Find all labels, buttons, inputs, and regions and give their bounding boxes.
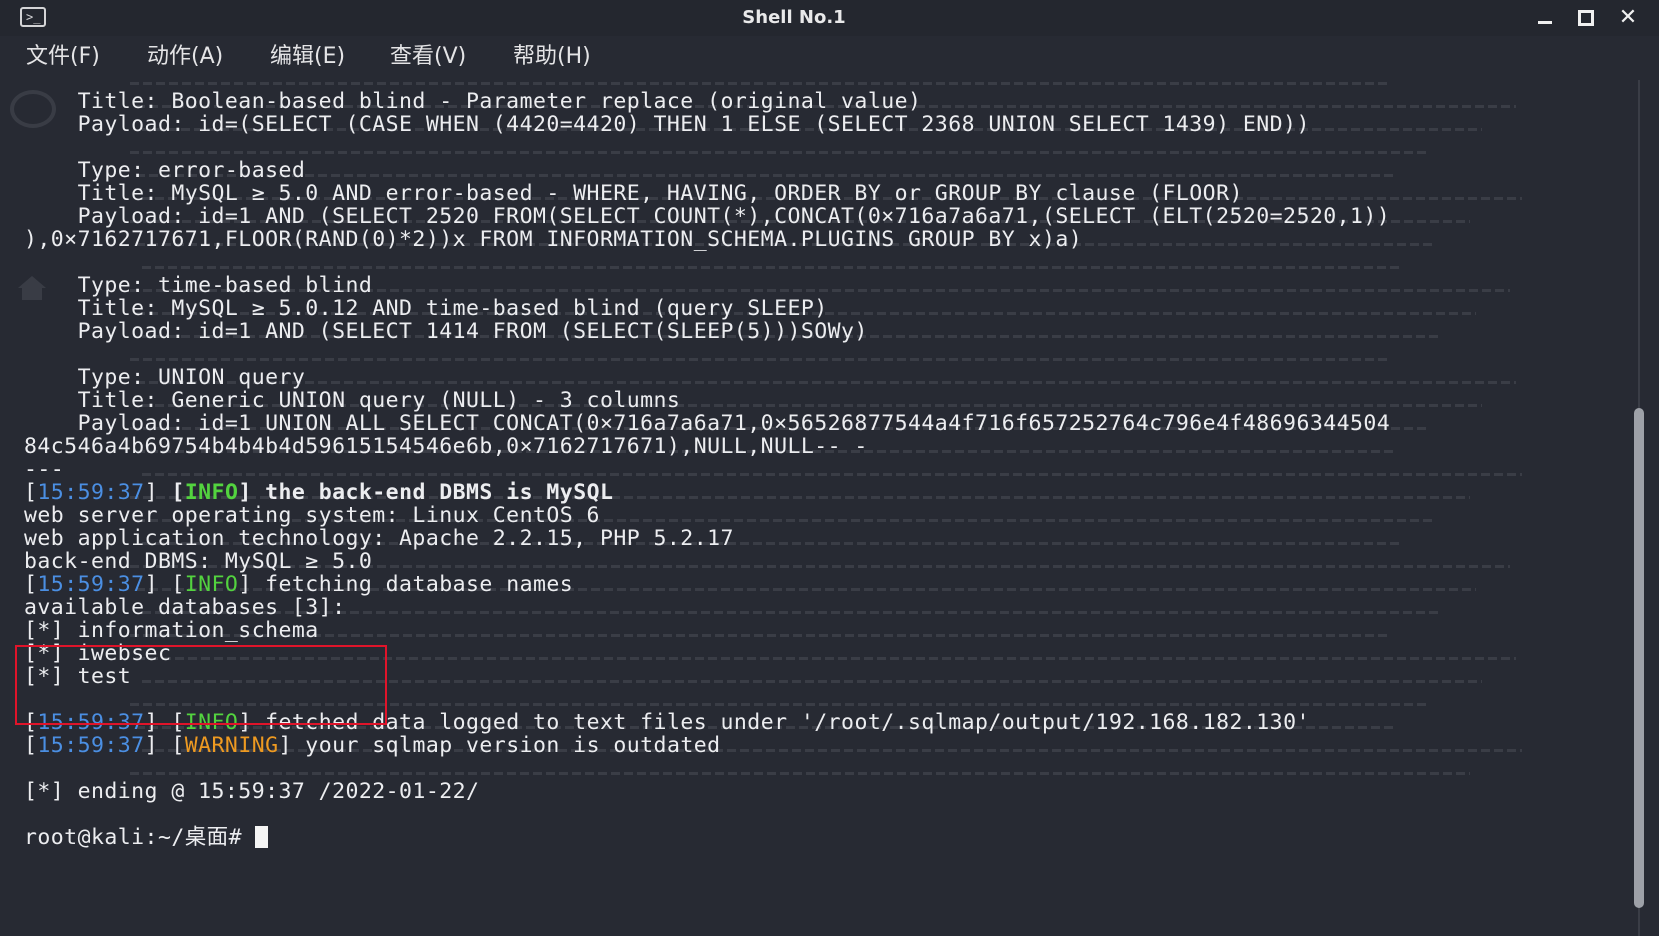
background-text-line xyxy=(136,381,1516,384)
terminal-text: Title: Boolean-based blind - Parameter r… xyxy=(24,89,922,114)
terminal-text: ] [ xyxy=(144,572,185,597)
background-text-line xyxy=(130,772,1470,775)
background-text-line xyxy=(130,151,1430,154)
terminal-text: Type: error-based xyxy=(24,158,306,183)
close-button[interactable]: ✕ xyxy=(1613,4,1643,32)
menu-edit[interactable]: 编辑(E) xyxy=(270,44,345,70)
background-text-line xyxy=(142,266,1402,269)
text-cursor xyxy=(255,826,269,848)
terminal-text: Title: Generic UNION query (NULL) - 3 co… xyxy=(24,388,681,413)
terminal-text: ] fetched data logged to text files unde… xyxy=(238,710,1310,735)
terminal-text: ] xyxy=(144,480,172,505)
terminal-line: Title: Boolean-based blind - Parameter r… xyxy=(24,90,921,114)
terminal-text: web server operating system: Linux CentO… xyxy=(24,503,600,528)
timestamp: 15:59:37 xyxy=(37,572,145,597)
menu-help[interactable]: 帮助(H) xyxy=(513,44,591,70)
scrollbar-thumb[interactable] xyxy=(1634,408,1644,908)
background-text-line xyxy=(142,473,1522,476)
terminal-text: Title: MySQL ≥ 5.0.12 AND time-based bli… xyxy=(24,296,828,321)
terminal-line: web server operating system: Linux CentO… xyxy=(24,504,600,528)
terminal-line: Type: time-based blind xyxy=(24,274,372,298)
background-text-line xyxy=(130,634,1390,637)
terminal-line: web application technology: Apache 2.2.1… xyxy=(24,527,734,551)
menu-view[interactable]: 查看(V) xyxy=(390,44,466,70)
terminal-text: web application technology: Apache 2.2.1… xyxy=(24,526,734,551)
terminal-text: Payload: id=1 AND (SELECT 1414 FROM (SEL… xyxy=(24,319,868,344)
terminal-line: --- xyxy=(24,458,64,482)
terminal-text: ] fetching database names xyxy=(238,572,574,597)
terminal-text: [ xyxy=(171,480,185,505)
minimize-button[interactable] xyxy=(1530,4,1560,32)
terminal-text: ] the back-end DBMS is MySQL xyxy=(238,480,614,505)
background-text-line xyxy=(130,358,1390,361)
title-bar[interactable]: >_ Shell No.1 ✕ xyxy=(0,0,1659,36)
terminal-text: Payload: id=(SELECT (CASE WHEN (4420=442… xyxy=(24,112,1310,137)
background-text-line xyxy=(136,174,1396,177)
terminal-line: [*] ending @ 15:59:37 /2022-01-22/ xyxy=(24,780,479,804)
terminal-line: 84c546a4b69754b4b4b4d59615154546e6b,0×71… xyxy=(24,435,868,459)
database-list-highlight xyxy=(15,645,387,725)
maximize-icon xyxy=(1578,10,1594,26)
terminal-text: --- xyxy=(24,457,65,482)
scrollbar[interactable] xyxy=(1625,80,1659,936)
background-text-line xyxy=(130,82,1390,85)
terminal-line: Payload: id=(SELECT (CASE WHEN (4420=442… xyxy=(24,113,1310,137)
terminal-line: Title: MySQL ≥ 5.0.12 AND time-based bli… xyxy=(24,297,828,321)
terminal-text: Type: UNION query xyxy=(24,365,306,390)
terminal-text: Type: time-based blind xyxy=(24,273,373,298)
minimize-icon xyxy=(1538,21,1552,24)
terminal-text: Title: MySQL ≥ 5.0 AND error-based - WHE… xyxy=(24,181,1243,206)
terminal-line: Payload: id=1 AND (SELECT 1414 FROM (SEL… xyxy=(24,320,868,344)
terminal-text: root@kali:~/桌面# xyxy=(24,825,256,850)
terminal-text: [ xyxy=(24,572,38,597)
timestamp: 15:59:37 xyxy=(37,480,145,505)
terminal-line: [*] information_schema xyxy=(24,619,319,643)
terminal-text: ] your sqlmap version is outdated xyxy=(278,733,721,758)
terminal-text: 84c546a4b69754b4b4b4d59615154546e6b,0×71… xyxy=(24,434,868,459)
menu-bar: 文件(F) 动作(A) 编辑(E) 查看(V) 帮助(H) xyxy=(0,36,1659,80)
terminal-text: Payload: id=1 UNION ALL SELECT CONCAT(0×… xyxy=(24,411,1391,436)
terminal-line: Title: MySQL ≥ 5.0 AND error-based - WHE… xyxy=(24,182,1243,206)
terminal-output[interactable]: Title: Boolean-based blind - Parameter r… xyxy=(0,80,1625,936)
terminal-text: [ xyxy=(24,480,38,505)
terminal-line: root@kali:~/桌面# xyxy=(24,825,269,850)
terminal-line: [15:59:37] [INFO] the back-end DBMS is M… xyxy=(24,481,613,505)
terminal-text: Payload: id=1 AND (SELECT 2520 FROM(SELE… xyxy=(24,204,1391,229)
window-title: Shell No.1 xyxy=(742,7,846,28)
terminal-text: ] [ xyxy=(144,733,185,758)
terminal-line: ),0×7162717671,FLOOR(RAND(0)*2))x FROM I… xyxy=(24,228,1082,252)
terminal-line: [15:59:37] [INFO] fetching database name… xyxy=(24,573,573,597)
terminal-text: back-end DBMS: MySQL ≥ 5.0 xyxy=(24,549,373,574)
terminal-line: Type: error-based xyxy=(24,159,305,183)
log-level-tag: INFO xyxy=(184,572,239,597)
maximize-button[interactable] xyxy=(1571,4,1601,32)
terminal-text: [*] information_schema xyxy=(24,618,319,643)
terminal-line: Title: Generic UNION query (NULL) - 3 co… xyxy=(24,389,680,413)
terminal-text: [ xyxy=(24,733,38,758)
menu-action[interactable]: 动作(A) xyxy=(147,44,223,70)
log-level-tag: WARNING xyxy=(184,733,279,758)
terminal-line: back-end DBMS: MySQL ≥ 5.0 xyxy=(24,550,372,574)
terminal-line: Payload: id=1 UNION ALL SELECT CONCAT(0×… xyxy=(24,412,1390,436)
timestamp: 15:59:37 xyxy=(37,733,145,758)
terminal-text: ),0×7162717671,FLOOR(RAND(0)*2))x FROM I… xyxy=(24,227,1083,252)
terminal-line: [15:59:37] [WARNING] your sqlmap version… xyxy=(24,734,721,758)
terminal-text: [*] ending @ 15:59:37 /2022-01-22/ xyxy=(24,779,480,804)
terminal-line: Type: UNION query xyxy=(24,366,305,390)
log-level-tag: INFO xyxy=(184,480,239,505)
terminal-line: available databases [3]: xyxy=(24,596,345,620)
terminal-text: available databases [3]: xyxy=(24,595,346,620)
menu-file[interactable]: 文件(F) xyxy=(26,44,100,70)
terminal-line: Payload: id=1 AND (SELECT 2520 FROM(SELE… xyxy=(24,205,1390,229)
close-icon: ✕ xyxy=(1618,5,1638,30)
terminal-window: >_ Shell No.1 ✕ 文件(F) 动作(A) 编辑(E) 查看(V) … xyxy=(0,0,1659,936)
